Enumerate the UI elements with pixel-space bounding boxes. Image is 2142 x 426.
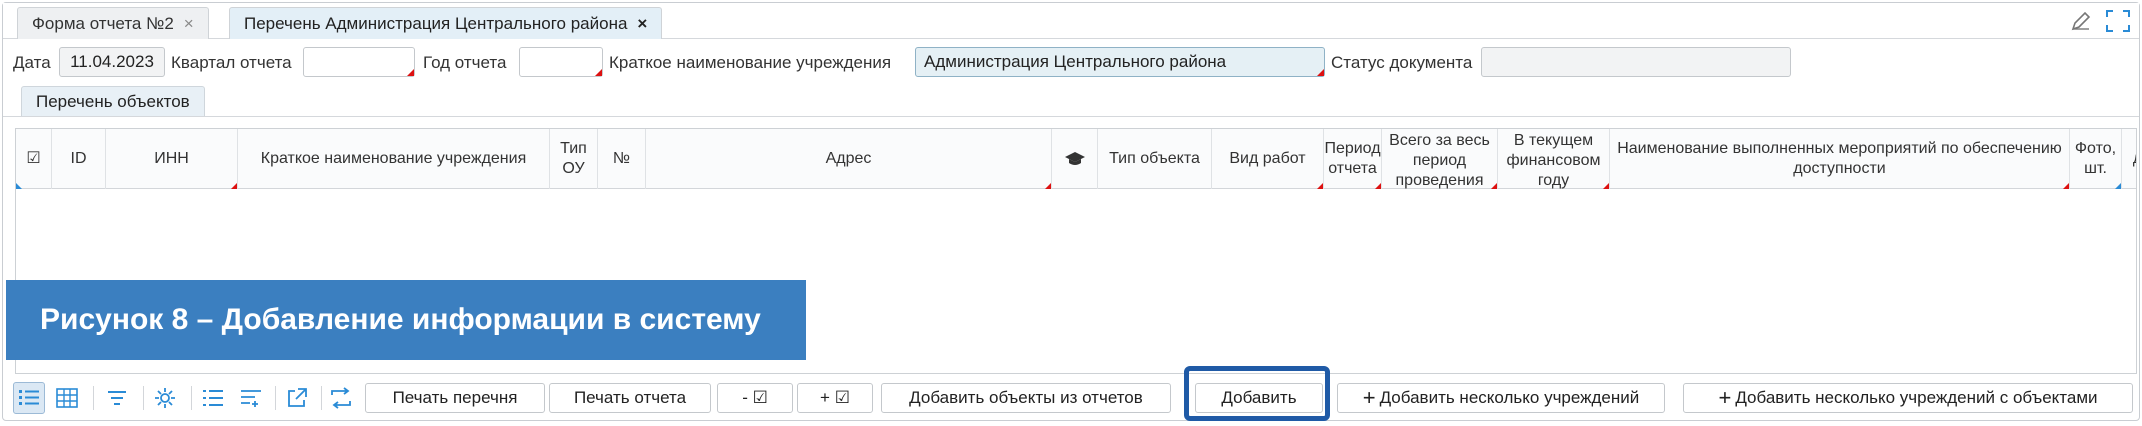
status-field[interactable] (1481, 47, 1791, 77)
date-label: Дата (13, 53, 51, 72)
col-measures[interactable]: Наименование выполненных мероприятий по … (1610, 129, 2070, 189)
tab-label: Форма отчета №2 (32, 13, 174, 33)
add-button-highlight (1184, 366, 1330, 421)
year-field[interactable] (519, 47, 603, 77)
col-type-ou[interactable]: Тип ОУ (550, 129, 598, 189)
separator (321, 386, 322, 410)
graduation-cap-icon (1064, 152, 1085, 165)
filter-row: Дата 11.04.2023 Квартал отчета Год отчет… (3, 47, 2139, 81)
check-all-button[interactable]: + ☑ (797, 383, 873, 413)
separator (93, 386, 94, 410)
col-select-all[interactable]: ☑ (16, 129, 52, 189)
col-inn[interactable]: ИНН (106, 129, 238, 189)
bottom-toolbar: Печать перечня Печать отчета - ☑ + ☑ Доб… (3, 380, 2139, 416)
uncheck-all-button[interactable]: - ☑ (717, 383, 793, 413)
add-several-institutions-button[interactable]: + Добавить несколько учреждений (1337, 383, 1665, 413)
year-label: Год отчета (423, 53, 507, 72)
filter-icon[interactable] (101, 382, 133, 414)
org-label: Краткое наименование учреждения (609, 53, 892, 72)
table-header: ☑ ID ИНН Краткое наименование учреждения… (16, 129, 2136, 189)
status-label: Статус документа (1331, 53, 1473, 72)
tab-list-central-admin[interactable]: Перечень Администрация Центрального райо… (229, 7, 663, 39)
col-period[interactable]: Период отчета (1324, 129, 1382, 189)
tab-bar: Форма отчета №2 × Перечень Администрация… (3, 3, 2139, 39)
quarter-field[interactable] (303, 47, 415, 77)
table-view-icon[interactable] (51, 382, 83, 414)
edit-pencil-icon[interactable] (2069, 9, 2093, 33)
print-list-button[interactable]: Печать перечня (365, 383, 545, 413)
tab-label: Перечень Администрация Центрального райо… (244, 13, 628, 33)
col-current-year[interactable]: В текущем финансовом году (1498, 129, 1610, 189)
add-objects-from-reports-button[interactable]: Добавить объекты из отчетов (881, 383, 1171, 413)
org-field[interactable]: Администрация Центрального района (915, 47, 1325, 77)
figure-caption: Рисунок 8 – Добавление информации в сист… (6, 280, 806, 360)
close-icon[interactable]: × (184, 14, 194, 34)
external-link-icon[interactable] (281, 382, 313, 414)
separator (143, 386, 144, 410)
col-education-icon[interactable] (1052, 129, 1098, 189)
button-label: Добавить несколько учреждений (1379, 388, 1640, 407)
col-address[interactable]: Адрес (646, 129, 1052, 189)
col-total-period[interactable]: Всего за весь период проведения (1382, 129, 1498, 189)
separator (191, 386, 192, 410)
col-short-name[interactable]: Краткое наименование учреждения (238, 129, 550, 189)
col-id[interactable]: ID (52, 129, 106, 189)
plus-icon: + (1362, 385, 1376, 410)
tab-object-list[interactable]: Перечень объектов (21, 86, 205, 116)
fullscreen-icon[interactable] (2105, 9, 2131, 33)
col-work-type[interactable]: Вид работ (1212, 129, 1324, 189)
col-photo[interactable]: Фото, шт. (2070, 129, 2122, 189)
quarter-label: Квартал отчета (171, 53, 292, 72)
window-controls (2069, 9, 2131, 33)
col-extra[interactable]: до (2122, 129, 2136, 189)
gear-icon[interactable] (149, 382, 181, 414)
plus-icon: + (1718, 385, 1732, 410)
swap-icon[interactable] (325, 382, 357, 414)
divider (3, 116, 2139, 117)
separator (275, 386, 276, 410)
numbered-list-icon[interactable] (197, 382, 229, 414)
tab-report-form-2[interactable]: Форма отчета №2 × (17, 7, 209, 39)
close-icon[interactable]: × (637, 14, 647, 34)
add-several-institutions-with-objects-button[interactable]: + Добавить несколько учреждений с объект… (1683, 383, 2133, 413)
col-object-type[interactable]: Тип объекта (1098, 129, 1212, 189)
add-row-icon[interactable] (235, 382, 267, 414)
col-number[interactable]: № (598, 129, 646, 189)
list-view-icon[interactable] (13, 382, 45, 414)
date-field[interactable]: 11.04.2023 (59, 47, 165, 77)
print-report-button[interactable]: Печать отчета (549, 383, 711, 413)
button-label: Добавить несколько учреждений с объектам… (1735, 388, 2098, 407)
